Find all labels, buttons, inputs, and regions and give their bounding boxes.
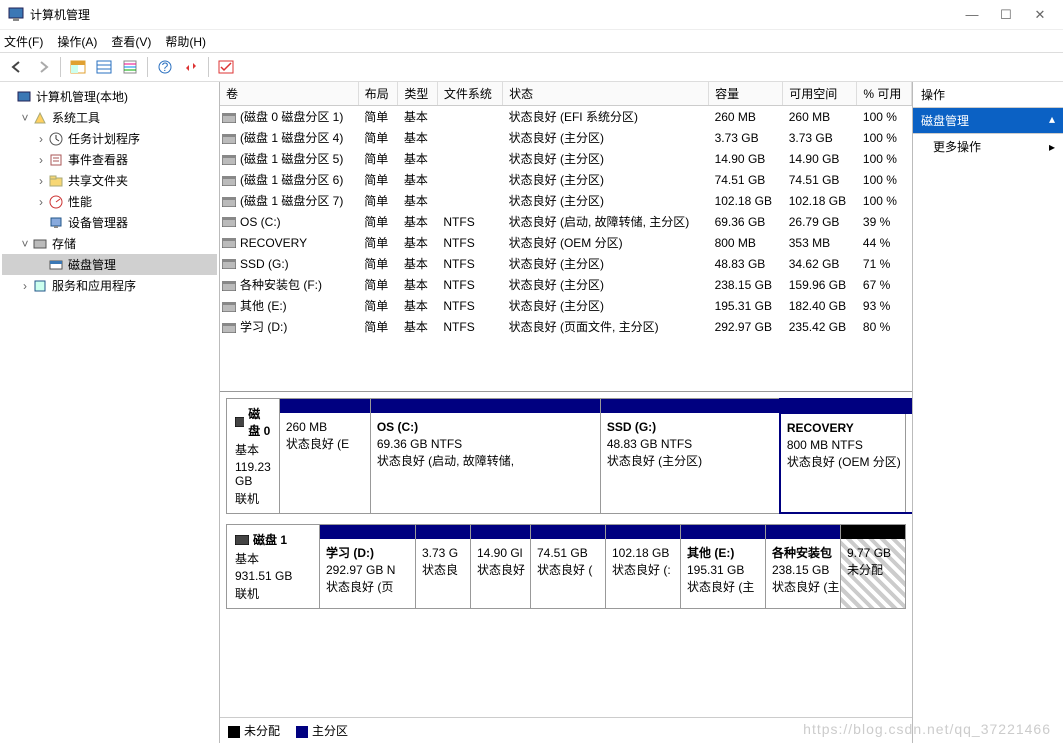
legend-unallocated: 未分配 — [244, 724, 280, 738]
partition[interactable]: 14.90 Gl状态良好 — [470, 525, 530, 608]
tree-services-apps[interactable]: › 服务和应用程序 — [2, 275, 217, 296]
menubar: 文件(F) 操作(A) 查看(V) 帮助(H) — [0, 30, 1063, 52]
partition[interactable]: 3.73 G状态良 — [415, 525, 470, 608]
volume-row[interactable]: 各种安装包 (F:)简单基本NTFS状态良好 (主分区)238.15 GB159… — [220, 274, 912, 295]
toolbar: ? — [0, 52, 1063, 82]
help-button[interactable]: ? — [154, 56, 176, 78]
window-title: 计算机管理 — [30, 6, 90, 23]
tree-task-scheduler[interactable]: › 任务计划程序 — [2, 128, 217, 149]
volume-list[interactable]: 卷布局类型文件系统状态容量可用空间% 可用 (磁盘 0 磁盘分区 1)简单基本状… — [220, 82, 912, 392]
col-capacity[interactable]: 容量 — [709, 82, 783, 106]
col-pct[interactable]: % 可用 — [857, 82, 912, 106]
disk-label: 磁盘 0基本119.23 GB联机 — [227, 399, 280, 513]
actions-more[interactable]: 更多操作▸ — [913, 134, 1063, 159]
actions-header: 操作 — [913, 82, 1063, 108]
volume-row[interactable]: (磁盘 1 磁盘分区 7)简单基本状态良好 (主分区)102.18 GB102.… — [220, 190, 912, 211]
disk-row[interactable]: 磁盘 0基本119.23 GB联机260 MB状态良好 (EOS (C:)69.… — [226, 398, 906, 514]
volume-row[interactable]: (磁盘 0 磁盘分区 1)简单基本状态良好 (EFI 系统分区)260 MB26… — [220, 106, 912, 128]
tree-event-viewer[interactable]: › 事件查看器 — [2, 149, 217, 170]
disk-row[interactable]: 磁盘 1基本931.51 GB联机学习 (D:)292.97 GB N状态良好 … — [226, 524, 906, 609]
col-fs[interactable]: 文件系统 — [437, 82, 502, 106]
partition[interactable]: 学习 (D:)292.97 GB N状态良好 (页 — [320, 525, 415, 608]
tree-device-manager[interactable]: 设备管理器 — [2, 212, 217, 233]
close-button[interactable]: ✕ — [1033, 7, 1047, 23]
minimize-button[interactable]: ― — [965, 7, 979, 23]
menu-action[interactable]: 操作(A) — [57, 33, 97, 50]
partition-unallocated[interactable]: 9.77 GB未分配 — [840, 525, 905, 608]
forward-button[interactable] — [32, 56, 54, 78]
volume-row[interactable]: 其他 (E:)简单基本NTFS状态良好 (主分区)195.31 GB182.40… — [220, 295, 912, 316]
partition[interactable]: RECOVERY800 MB NTFS状态良好 (OEM 分区) — [779, 398, 912, 514]
action-checkbox-button[interactable] — [215, 56, 237, 78]
app-icon — [8, 7, 24, 23]
menu-help[interactable]: 帮助(H) — [165, 33, 206, 50]
tree-shared-folders[interactable]: › 共享文件夹 — [2, 170, 217, 191]
watermark: https://blog.csdn.net/qq_37221466 — [803, 721, 1051, 737]
volume-row[interactable]: (磁盘 1 磁盘分区 4)简单基本状态良好 (主分区)3.73 GB3.73 G… — [220, 127, 912, 148]
volume-row[interactable]: OS (C:)简单基本NTFS状态良好 (启动, 故障转储, 主分区)69.36… — [220, 211, 912, 232]
main-panel: 卷布局类型文件系统状态容量可用空间% 可用 (磁盘 0 磁盘分区 1)简单基本状… — [220, 82, 913, 743]
col-status[interactable]: 状态 — [503, 82, 709, 106]
volume-row[interactable]: (磁盘 1 磁盘分区 5)简单基本状态良好 (主分区)14.90 GB14.90… — [220, 148, 912, 169]
titlebar: 计算机管理 ― ☐ ✕ — [0, 0, 1063, 30]
partition[interactable]: 260 MB状态良好 (E — [280, 399, 370, 513]
tree-disk-management[interactable]: 磁盘管理 — [2, 254, 217, 275]
svg-text:?: ? — [162, 60, 169, 74]
maximize-button[interactable]: ☐ — [999, 7, 1013, 23]
partition[interactable]: SSD (G:)48.83 GB NTFS状态良好 (主分区) — [600, 399, 780, 513]
menu-file[interactable]: 文件(F) — [4, 33, 43, 50]
volume-row[interactable]: RECOVERY简单基本NTFS状态良好 (OEM 分区)800 MB353 M… — [220, 232, 912, 253]
properties-button[interactable] — [119, 56, 141, 78]
legend-primary: 主分区 — [312, 724, 348, 738]
tree-storage[interactable]: ˅ 存储 — [2, 233, 217, 254]
refresh-button[interactable] — [180, 56, 202, 78]
menu-view[interactable]: 查看(V) — [111, 33, 151, 50]
col-volume[interactable]: 卷 — [220, 82, 358, 106]
partition[interactable]: 各种安装包238.15 GB状态良好 (主 — [765, 525, 840, 608]
volume-row[interactable]: SSD (G:)简单基本NTFS状态良好 (主分区)48.83 GB34.62 … — [220, 253, 912, 274]
volume-row[interactable]: (磁盘 1 磁盘分区 6)简单基本状态良好 (主分区)74.51 GB74.51… — [220, 169, 912, 190]
partition[interactable]: 其他 (E:)195.31 GB状态良好 (主 — [680, 525, 765, 608]
actions-selected[interactable]: 磁盘管理▴ — [913, 108, 1063, 134]
disk-label: 磁盘 1基本931.51 GB联机 — [227, 525, 320, 608]
tree-performance[interactable]: › 性能 — [2, 191, 217, 212]
tree-system-tools[interactable]: ˅ 系统工具 — [2, 107, 217, 128]
partition[interactable]: OS (C:)69.36 GB NTFS状态良好 (启动, 故障转储, — [370, 399, 600, 513]
partition[interactable]: 74.51 GB状态良好 ( — [530, 525, 605, 608]
view-list-button[interactable] — [93, 56, 115, 78]
volume-row[interactable]: 学习 (D:)简单基本NTFS状态良好 (页面文件, 主分区)292.97 GB… — [220, 316, 912, 337]
col-type[interactable]: 类型 — [398, 82, 438, 106]
actions-panel: 操作 磁盘管理▴ 更多操作▸ — [913, 82, 1063, 743]
tree-root[interactable]: 计算机管理(本地) — [2, 86, 217, 107]
partition[interactable]: 102.18 GB状态良好 (: — [605, 525, 680, 608]
col-layout[interactable]: 布局 — [358, 82, 398, 106]
disk-graphical-view[interactable]: 磁盘 0基本119.23 GB联机260 MB状态良好 (EOS (C:)69.… — [220, 392, 912, 717]
back-button[interactable] — [6, 56, 28, 78]
col-free[interactable]: 可用空间 — [783, 82, 857, 106]
view-split-button[interactable] — [67, 56, 89, 78]
nav-tree[interactable]: 计算机管理(本地) ˅ 系统工具 › 任务计划程序 › 事件查看器 › 共享文件… — [0, 82, 220, 743]
